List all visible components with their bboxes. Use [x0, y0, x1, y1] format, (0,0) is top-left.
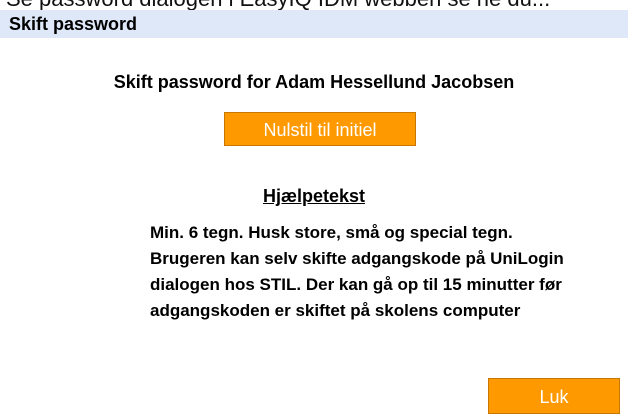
page: Se password dialogen i EasyIQ IDM webben…: [0, 0, 628, 414]
help-line: adgangskoden er skiftet på skolens compu…: [150, 301, 521, 320]
close-button[interactable]: Luk: [488, 378, 620, 414]
dialog-title: Skift password: [9, 14, 138, 34]
dialog-titlebar: Skift password: [0, 10, 628, 38]
background-caption: Se password dialogen i EasyIQ IDM webben…: [6, 0, 550, 10]
help-title: Hjælpetekst: [262, 186, 366, 206]
help-line: dialogen hos STIL. Der kan gå op til 15 …: [150, 275, 562, 294]
help-line: Min. 6 tegn. Husk store, små og special …: [150, 223, 513, 242]
reset-to-initial-button[interactable]: Nulstil til initiel: [224, 112, 416, 146]
help-text: Min. 6 tegn. Husk store, små og special …: [150, 220, 564, 324]
help-line: Brugeren kan selv skifte adgangskode på …: [150, 249, 564, 268]
dialog-heading: Skift password for Adam Hessellund Jacob…: [113, 72, 515, 92]
